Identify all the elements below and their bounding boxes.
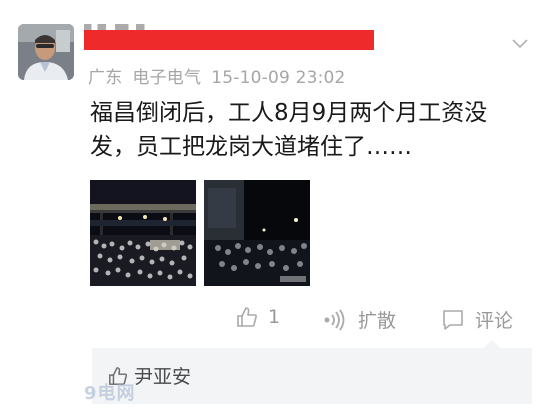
- redacted-username: [84, 24, 374, 50]
- speech-bubble-icon: [441, 308, 475, 332]
- chevron-down-icon[interactable]: [512, 34, 528, 49]
- post-body: 福昌倒闭后，工人8月9月两个月工资没发，员工把龙岗大道堵住了……: [90, 100, 488, 160]
- like-button[interactable]: 1: [236, 306, 280, 328]
- share-button[interactable]: 扩散: [322, 306, 396, 333]
- post-timestamp: 15-10-09 23:02: [211, 68, 346, 88]
- post-source: 电子电气: [132, 68, 202, 88]
- user-avatar[interactable]: [18, 24, 74, 80]
- post-photo-2[interactable]: [204, 180, 310, 286]
- comment-button[interactable]: 评论: [441, 306, 513, 333]
- liker-name[interactable]: 尹亚安: [134, 362, 191, 389]
- post-actions: 1 扩散 评论: [0, 303, 550, 337]
- thumbs-up-icon: [236, 306, 268, 328]
- likes-panel: 尹亚安: [92, 340, 532, 404]
- broadcast-icon: [322, 308, 358, 331]
- comment-label: 评论: [475, 310, 514, 332]
- share-label: 扩散: [358, 310, 397, 332]
- site-watermark: 9电网: [84, 383, 136, 404]
- post-card: 广东 电子电气 15-10-09 23:02 福昌倒闭后，工人8月9月两个月工资没发…: [0, 0, 550, 420]
- post-location: 广东: [88, 68, 123, 88]
- post-meta: 广东 电子电气 15-10-09 23:02: [88, 63, 346, 88]
- post-photo-1[interactable]: [90, 180, 196, 286]
- like-count: 1: [268, 306, 281, 328]
